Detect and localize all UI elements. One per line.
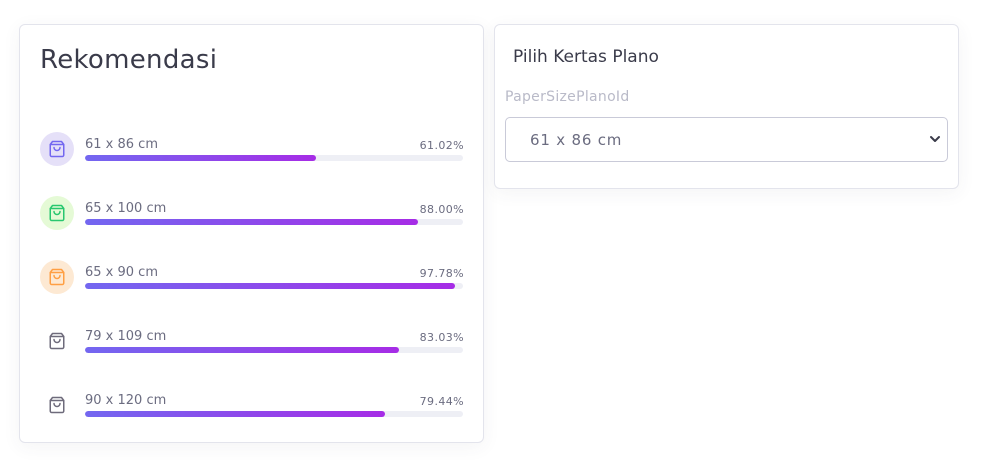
shopping-bag-icon: [40, 196, 74, 230]
shopping-bag-icon: [40, 324, 74, 358]
progress-track: [85, 155, 463, 161]
recommendation-size-label: 90 x 120 cm: [85, 393, 167, 408]
recommendation-title: Rekomendasi: [40, 45, 218, 75]
shopping-bag-icon: [40, 260, 74, 294]
recommendation-percent: 79.44%: [419, 395, 464, 408]
progress-fill: [85, 411, 386, 417]
progress-fill: [85, 283, 455, 289]
paper-size-plano-select[interactable]: 61 x 86 cm: [505, 117, 948, 162]
shopping-bag-icon: [40, 388, 74, 422]
recommendation-size-label: 61 x 86 cm: [85, 137, 158, 152]
recommendation-size-label: 79 x 109 cm: [85, 329, 167, 344]
paper-size-plano-selected-value: 61 x 86 cm: [530, 131, 623, 149]
recommendation-card: Rekomendasi 61 x 86 cm 61.02% 65 x 100 c…: [19, 24, 484, 443]
recommendation-percent: 88.00%: [419, 203, 464, 216]
plano-card-title: Pilih Kertas Plano: [513, 47, 659, 67]
progress-fill: [85, 155, 316, 161]
progress-track: [85, 411, 463, 417]
progress-fill: [85, 219, 418, 225]
progress-track: [85, 347, 463, 353]
progress-track: [85, 219, 463, 225]
chevron-down-icon: [930, 136, 940, 142]
paper-size-plano-label: PaperSizePlanoId: [505, 89, 630, 105]
recommendation-item: 65 x 90 cm 97.78%: [40, 260, 464, 296]
recommendation-percent: 97.78%: [419, 267, 464, 280]
plano-card: Pilih Kertas Plano PaperSizePlanoId 61 x…: [494, 24, 959, 189]
recommendation-percent: 83.03%: [419, 331, 464, 344]
recommendation-percent: 61.02%: [419, 139, 464, 152]
recommendation-size-label: 65 x 90 cm: [85, 265, 158, 280]
recommendation-item: 61 x 86 cm 61.02%: [40, 132, 464, 168]
progress-fill: [85, 347, 399, 353]
recommendation-size-label: 65 x 100 cm: [85, 201, 167, 216]
recommendation-item: 65 x 100 cm 88.00%: [40, 196, 464, 232]
recommendation-item: 90 x 120 cm 79.44%: [40, 388, 464, 424]
shopping-bag-icon: [40, 132, 74, 166]
recommendation-item: 79 x 109 cm 83.03%: [40, 324, 464, 360]
progress-track: [85, 283, 463, 289]
